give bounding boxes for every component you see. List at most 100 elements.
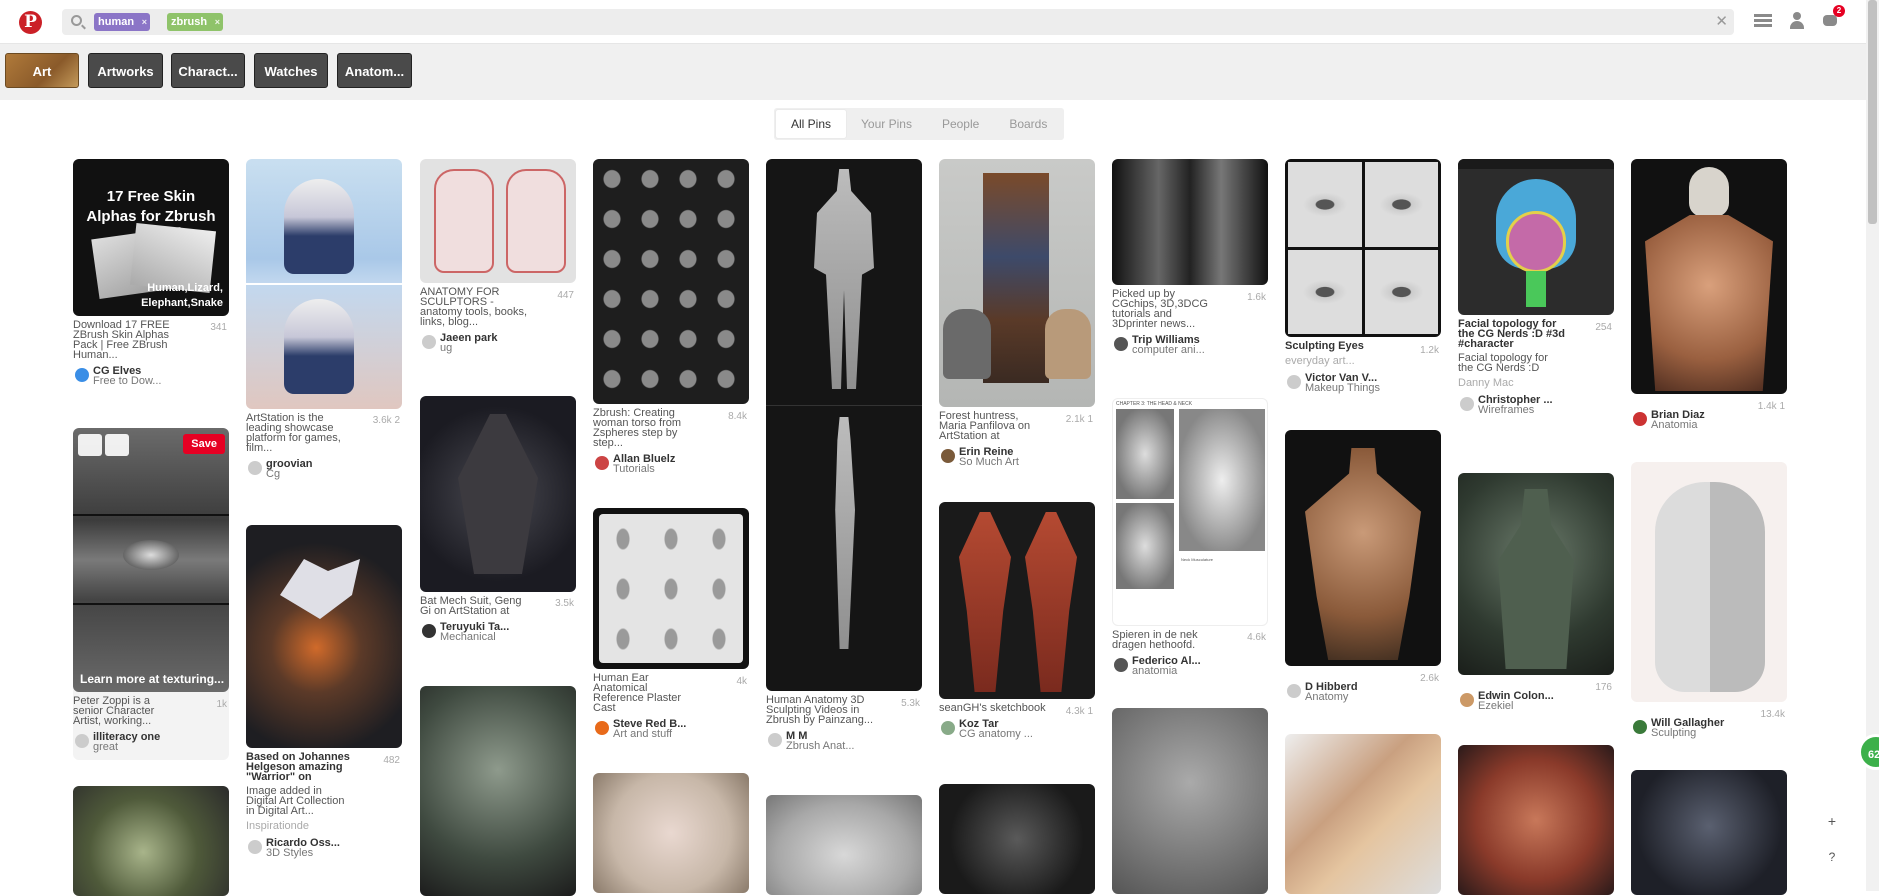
pin-card[interactable] xyxy=(1458,745,1614,895)
pin-image[interactable]: Save Learn more at texturing... xyxy=(73,428,229,692)
menu-icon[interactable] xyxy=(1754,12,1772,30)
pin-card[interactable]: Sculpting Eyes 1.2k everyday art... Vict… xyxy=(1285,159,1441,395)
pin-attribution[interactable]: groovian Cg xyxy=(246,459,402,481)
pin-attribution[interactable]: CG Elves Free to Dow... xyxy=(73,366,229,388)
guided-chip-anatomy[interactable]: Anatom... xyxy=(337,53,412,88)
pin-card[interactable]: ArtStation is the leading showcase platf… xyxy=(246,159,402,481)
pin-image[interactable] xyxy=(593,508,749,669)
pin-card[interactable] xyxy=(1112,708,1268,894)
pin-attribution[interactable]: Christopher ... Wireframes xyxy=(1458,395,1614,417)
pin-image[interactable] xyxy=(1458,473,1614,675)
pin-card[interactable]: 2.6k D Hibberd Anatomy xyxy=(1285,430,1441,704)
add-pin-icon[interactable]: + xyxy=(1822,813,1842,829)
pin-attribution[interactable]: Teruyuki Ta... Mechanical xyxy=(420,622,576,644)
search-bar[interactable]: human × zbrush × ✕ xyxy=(62,9,1734,35)
pin-image[interactable] xyxy=(1285,734,1441,894)
pin-image[interactable] xyxy=(766,159,922,691)
pin-card[interactable]: seanGH's sketchbook 4.3k 1 Koz Tar CG ana… xyxy=(939,502,1095,741)
pin-attribution[interactable]: Edwin Colon... Ezekiel xyxy=(1458,691,1614,713)
pin-card[interactable]: CHAPTER 3: THE HEAD & NECK Neck Musculat… xyxy=(1112,398,1268,678)
guided-chip-characters[interactable]: Charact... xyxy=(171,53,245,88)
pin-image[interactable] xyxy=(766,795,922,895)
search-token-zbrush[interactable]: zbrush × xyxy=(167,13,224,31)
pin-card[interactable] xyxy=(1631,770,1787,895)
pin-image[interactable] xyxy=(420,686,576,896)
pin-card[interactable] xyxy=(593,773,749,893)
pin-card[interactable]: 13.4k Will Gallagher Sculpting xyxy=(1631,462,1787,740)
pin-card[interactable]: Human Ear Anatomical Reference Plaster C… xyxy=(593,508,749,741)
pin-attribution[interactable]: Allan Bluelz Tutorials xyxy=(593,454,749,476)
profile-icon[interactable] xyxy=(1788,12,1806,30)
clear-search-icon[interactable]: ✕ xyxy=(1715,12,1728,30)
pin-image[interactable] xyxy=(1112,708,1268,894)
pin-source[interactable]: everyday art... xyxy=(1285,355,1441,367)
pin-card[interactable] xyxy=(1285,734,1441,894)
pin-image[interactable] xyxy=(593,773,749,893)
pin-image[interactable] xyxy=(1285,159,1441,337)
save-button[interactable]: Save xyxy=(183,434,225,454)
tab-all-pins[interactable]: All Pins xyxy=(776,110,847,138)
visit-link[interactable]: Learn more at texturing... xyxy=(80,672,224,686)
scrollbar-thumb[interactable] xyxy=(1868,0,1877,224)
pinterest-logo-icon[interactable]: P xyxy=(19,11,42,34)
send-icon[interactable] xyxy=(78,434,102,456)
pin-card[interactable]: Facial topology for the CG Nerds :D #3d … xyxy=(1458,159,1614,417)
pin-attribution[interactable]: Federico Al... anatomia xyxy=(1112,656,1268,678)
pin-card[interactable] xyxy=(420,686,576,896)
pin-card[interactable]: Forest huntress, Maria Panfilova on ArtS… xyxy=(939,159,1095,469)
pin-image[interactable] xyxy=(1285,430,1441,666)
search-token-human[interactable]: human × xyxy=(94,13,151,31)
pin-attribution[interactable]: Trip Williams computer ani... xyxy=(1112,335,1268,357)
pin-image[interactable] xyxy=(1631,159,1787,394)
pin-card[interactable]: 1.4k 1 Brian Diaz Anatomia xyxy=(1631,159,1787,432)
pin-attribution[interactable]: illiteracy one great xyxy=(73,732,229,754)
pin-image[interactable] xyxy=(939,502,1095,699)
pin-image[interactable] xyxy=(1112,159,1268,285)
pin-image[interactable] xyxy=(1458,745,1614,895)
pin-image[interactable] xyxy=(420,396,576,592)
tab-your-pins[interactable]: Your Pins xyxy=(846,110,927,138)
pin-attribution[interactable]: M M Zbrush Anat... xyxy=(766,731,922,753)
pin-attribution[interactable]: D Hibberd Anatomy xyxy=(1285,682,1441,704)
guided-chip-art[interactable]: Art xyxy=(5,53,79,88)
pin-attribution[interactable]: Will Gallagher Sculpting xyxy=(1631,718,1787,740)
pin-card[interactable]: Zbrush: Creating woman torso from Zspher… xyxy=(593,159,749,476)
pin-card[interactable] xyxy=(939,784,1095,894)
tab-boards[interactable]: Boards xyxy=(994,110,1062,138)
pin-image[interactable] xyxy=(1631,770,1787,895)
pin-card[interactable] xyxy=(766,795,922,895)
pin-attribution[interactable]: Ricardo Oss... 3D Styles xyxy=(246,838,402,860)
guided-chip-artworks[interactable]: Artworks xyxy=(88,53,163,88)
pin-image[interactable]: 17 Free Skin Alphas for Zbrush Human,Liza… xyxy=(73,159,229,316)
tab-people[interactable]: People xyxy=(927,110,994,138)
pin-image[interactable] xyxy=(939,784,1095,894)
pin-card[interactable]: ANATOMY FOR SCULPTORS - anatomy tools, b… xyxy=(420,159,576,355)
pin-card[interactable]: 17 Free Skin Alphas for Zbrush Human,Liza… xyxy=(73,159,229,388)
pin-attribution[interactable]: Brian Diaz Anatomia xyxy=(1631,410,1787,432)
pin-card[interactable]: Picked up by CGchips, 3D,3DCG tutorials … xyxy=(1112,159,1268,357)
pin-image[interactable] xyxy=(939,159,1095,407)
token-remove-icon[interactable]: × xyxy=(215,13,220,31)
extension-badge[interactable]: 62 xyxy=(1858,734,1879,770)
pin-image[interactable] xyxy=(1631,462,1787,702)
pin-source[interactable]: Danny Mac xyxy=(1458,377,1614,389)
pin-image[interactable] xyxy=(73,786,229,896)
pin-card[interactable]: Based on Johannes Helgeson amazing "Warr… xyxy=(246,525,402,860)
pin-card-hovered[interactable]: Save Learn more at texturing... Peter Zo… xyxy=(73,428,229,760)
pin-attribution[interactable]: Koz Tar CG anatomy ... xyxy=(939,719,1095,741)
pin-image[interactable] xyxy=(593,159,749,404)
pin-image[interactable] xyxy=(246,159,402,409)
pin-card[interactable]: 176 Edwin Colon... Ezekiel xyxy=(1458,473,1614,713)
pin-source[interactable]: Inspirationde xyxy=(246,820,402,832)
pin-card[interactable] xyxy=(73,786,229,896)
like-icon[interactable] xyxy=(105,434,129,456)
guided-chip-watches[interactable]: Watches xyxy=(254,53,328,88)
pin-image[interactable] xyxy=(1458,159,1614,315)
pin-attribution[interactable]: Erin Reine So Much Art xyxy=(939,447,1095,469)
pin-card[interactable]: Human Anatomy 3D Sculpting Videos in Zbr… xyxy=(766,159,922,753)
pin-image[interactable] xyxy=(420,159,576,283)
token-remove-icon[interactable]: × xyxy=(142,13,147,31)
pin-image[interactable] xyxy=(246,525,402,748)
pin-card[interactable]: Bat Mech Suit, Geng Gi on ArtStation at … xyxy=(420,396,576,644)
pin-image[interactable]: CHAPTER 3: THE HEAD & NECK Neck Musculat… xyxy=(1112,398,1268,626)
